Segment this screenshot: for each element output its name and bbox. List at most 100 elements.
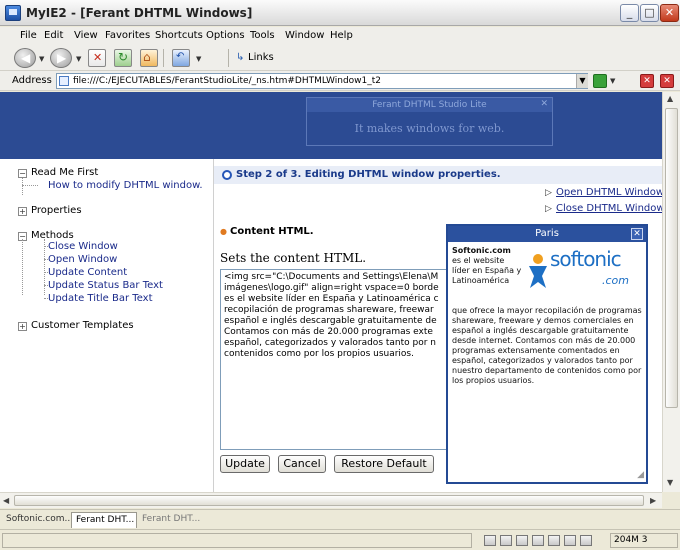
status-script-icon[interactable]: [500, 535, 512, 546]
scroll-right-icon[interactable]: ▶: [650, 496, 656, 505]
status-bar: 204M 3: [0, 529, 680, 550]
status-memory: 204M 3: [614, 535, 648, 545]
menu-tools[interactable]: Tools: [250, 30, 275, 41]
scroll-left-icon[interactable]: ◀: [3, 496, 9, 505]
undo-close-button[interactable]: ↶: [172, 49, 190, 67]
tree-methods-label: Methods: [31, 230, 74, 241]
menu-options[interactable]: Options: [206, 30, 245, 41]
step-indicator-icon: [222, 170, 232, 180]
content-html-textarea[interactable]: <img src="C:\Documents and Settings\Elen…: [220, 269, 452, 450]
status-activex-icon[interactable]: [548, 535, 560, 546]
status-image-icon[interactable]: [516, 535, 528, 546]
tree-link-open-window[interactable]: Open Window: [48, 254, 117, 265]
back-dropdown-icon[interactable]: ▼: [39, 55, 44, 63]
stop-icon: ✕: [93, 51, 103, 64]
menu-edit[interactable]: Edit: [44, 30, 63, 41]
back-button[interactable]: ◀: [14, 48, 36, 68]
forward-arrow-icon: ▶: [57, 51, 67, 65]
softonic-wordmark: softonic: [550, 247, 622, 271]
title-bar: MyIE2 - [Ferant DHTML Windows] _ □ ✕: [0, 0, 680, 26]
status-video-icon[interactable]: [580, 535, 592, 546]
popup-intro: Softonic.com es el website líder en Espa…: [452, 246, 522, 286]
step-header: Step 2 of 3. Editing DHTML window proper…: [214, 166, 662, 184]
menu-shortcuts[interactable]: Shortcuts: [155, 30, 203, 41]
close-all-icon[interactable]: ✕: [660, 74, 674, 88]
go-dropdown-icon[interactable]: ▼: [610, 77, 615, 85]
tree-customer-templates[interactable]: + Customer Templates: [18, 320, 134, 331]
status-java-icon[interactable]: [532, 535, 544, 546]
close-tab-icon[interactable]: ✕: [640, 74, 654, 88]
tree-link-update-status-bar[interactable]: Update Status Bar Text: [48, 280, 163, 291]
forward-dropdown-icon[interactable]: ▼: [76, 55, 81, 63]
tree-methods[interactable]: − Methods: [18, 230, 74, 241]
popup-close-icon[interactable]: ✕: [631, 228, 643, 240]
menu-view[interactable]: View: [74, 30, 98, 41]
menu-favorites[interactable]: Favorites: [105, 30, 150, 41]
stop-button[interactable]: ✕: [88, 49, 106, 67]
links-button[interactable]: Links: [248, 52, 274, 63]
popup-body: Softonic.com es el website líder en Espa…: [452, 246, 642, 476]
undo-dropdown-icon[interactable]: ▼: [196, 55, 201, 63]
tree-link-update-content[interactable]: Update Content: [48, 267, 127, 278]
page-icon: [59, 76, 69, 86]
home-button[interactable]: ⌂: [140, 49, 158, 67]
tab-ferant-dhtml[interactable]: Ferant DHT...: [138, 512, 204, 528]
studio-tagline: It makes windows for web.: [354, 122, 505, 135]
close-button[interactable]: ✕: [660, 4, 679, 22]
tree-readme[interactable]: − Read Me First: [18, 167, 98, 178]
maximize-button[interactable]: □: [640, 4, 659, 22]
vertical-scrollbar[interactable]: ▲ ▼: [662, 92, 680, 492]
popup-title[interactable]: Paris: [448, 226, 646, 242]
tab-softonic[interactable]: Softonic.com...: [2, 512, 70, 528]
toolbar: ◀ ▼ ▶ ▼ ✕ ↻ ⌂ ↶ ▼ ↳ Links: [0, 45, 680, 71]
expand-icon[interactable]: +: [18, 322, 27, 331]
menu-help[interactable]: Help: [330, 30, 353, 41]
softonic-figure-icon: [529, 254, 547, 288]
scroll-up-icon[interactable]: ▲: [667, 94, 673, 103]
tab-bar: Softonic.com... Ferant DHT... Ferant DHT…: [0, 509, 680, 528]
links-icon: ↳: [236, 52, 245, 63]
minimize-button[interactable]: _: [620, 4, 639, 22]
address-input[interactable]: file:///C:/EJECUTABLES/FerantStudioLite/…: [56, 73, 588, 89]
menu-bar: File Edit View Favorites Shortcuts Optio…: [0, 27, 680, 45]
undo-icon: ↶: [176, 51, 185, 62]
close-dhtml-window-link[interactable]: Close DHTML Window: [556, 203, 662, 214]
resize-grip-icon[interactable]: ◢: [637, 470, 644, 480]
expand-icon[interactable]: +: [18, 207, 27, 216]
go-button[interactable]: [593, 74, 607, 88]
content-html-label: Sets the content HTML.: [220, 251, 367, 265]
vertical-scroll-thumb[interactable]: [665, 108, 678, 408]
open-dhtml-window-link[interactable]: Open DHTML Window: [556, 187, 662, 198]
address-dropdown-icon[interactable]: ▼: [576, 74, 588, 88]
status-popup-blocker-icon[interactable]: [484, 535, 496, 546]
tree-link-how-to-modify[interactable]: How to modify DHTML window.: [48, 180, 203, 191]
tree-properties[interactable]: + Properties: [18, 205, 82, 216]
collapse-icon[interactable]: −: [18, 169, 27, 178]
header-banner: Ferant DHTML Studio Lite ✕ It makes wind…: [0, 92, 662, 159]
sidebar-tree: − Read Me First How to modify DHTML windo…: [0, 159, 214, 492]
horizontal-scrollbar[interactable]: ◀ ▶: [0, 492, 662, 508]
tree-link-update-title-bar[interactable]: Update Title Bar Text: [48, 293, 153, 304]
update-button[interactable]: Update: [220, 455, 270, 473]
arrow-icon: ▷: [545, 188, 552, 198]
cancel-button[interactable]: Cancel: [278, 455, 326, 473]
menu-file[interactable]: File: [20, 30, 37, 41]
tab-ferant-dhtml-active[interactable]: Ferant DHT...: [71, 512, 137, 528]
popup-brand: Softonic.com: [452, 246, 511, 255]
scroll-down-icon[interactable]: ▼: [667, 478, 673, 487]
forward-button[interactable]: ▶: [50, 48, 72, 68]
refresh-button[interactable]: ↻: [114, 49, 132, 67]
studio-title: Ferant DHTML Studio Lite: [307, 98, 552, 112]
studio-panel: Ferant DHTML Studio Lite ✕ It makes wind…: [306, 97, 553, 146]
address-bar: Address file:///C:/EJECUTABLES/FerantStu…: [0, 71, 680, 91]
restore-default-button[interactable]: Restore Default: [334, 455, 434, 473]
arrow-icon: ▷: [545, 204, 552, 214]
tree-link-close-window[interactable]: Close Window: [48, 241, 118, 252]
tree-connector: [22, 239, 23, 295]
paris-dhtml-window[interactable]: Paris ✕ Softonic.com es el website líder…: [446, 224, 648, 484]
section-title: ● Content HTML.: [220, 226, 314, 237]
horizontal-scroll-thumb[interactable]: [14, 495, 644, 506]
menu-window[interactable]: Window: [285, 30, 324, 41]
status-sound-icon[interactable]: [564, 535, 576, 546]
refresh-icon: ↻: [118, 50, 129, 64]
